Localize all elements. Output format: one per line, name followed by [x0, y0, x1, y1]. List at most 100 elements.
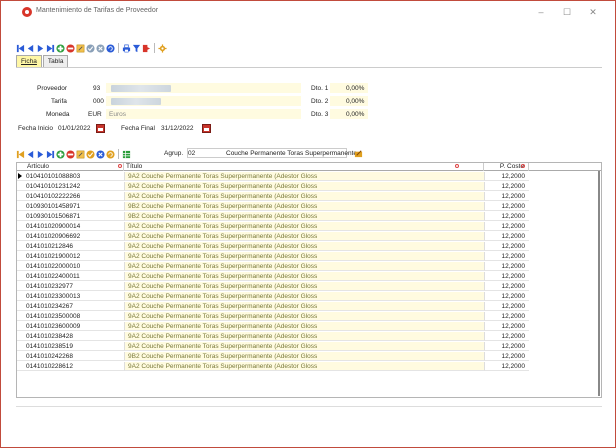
- cell-titulo[interactable]: 9A2 Couche Permanente Toras Superpermane…: [124, 232, 484, 241]
- close-button[interactable]: ✕: [585, 5, 601, 19]
- table-row[interactable]: 014101020900014 9A2 Couche Permanente Tor…: [17, 222, 601, 231]
- table-row[interactable]: 014101023500008 9A2 Couche Permanente Tor…: [17, 312, 601, 321]
- articles-grid[interactable]: Artículo Título P. Coste 010410101088803…: [16, 162, 602, 398]
- tab-tabla[interactable]: Tabla: [42, 55, 69, 67]
- add-icon[interactable]: [56, 149, 65, 159]
- cell-coste[interactable]: 12,2000: [484, 322, 529, 331]
- table-row[interactable]: 0141010242268 9B2 Couche Permanente Toras…: [17, 352, 601, 361]
- table-row[interactable]: 014101022000010 9A2 Couche Permanente Tor…: [17, 262, 601, 271]
- cell-coste[interactable]: 12,2000: [484, 312, 529, 321]
- cell-titulo[interactable]: 9A2 Couche Permanente Toras Superpermane…: [124, 172, 484, 181]
- confirm-icon[interactable]: [86, 43, 95, 53]
- table-row[interactable]: 0141010228612 9A2 Couche Permanente Toras…: [17, 362, 601, 371]
- minimize-button[interactable]: –: [533, 5, 549, 19]
- cell-articulo[interactable]: 014101020900014: [25, 222, 124, 231]
- tarifa-code-field[interactable]: 000: [93, 98, 104, 105]
- proveedor-code-field[interactable]: 93: [93, 85, 100, 92]
- delete-icon[interactable]: [66, 149, 75, 159]
- cell-articulo[interactable]: 014101023300013: [25, 292, 124, 301]
- row-indicator[interactable]: [17, 252, 25, 261]
- table-row[interactable]: 014101023300013 9A2 Couche Permanente Tor…: [17, 292, 601, 301]
- cell-coste[interactable]: 12,2000: [484, 272, 529, 281]
- vertical-scrollbar[interactable]: [598, 171, 600, 396]
- refresh-icon[interactable]: [106, 43, 115, 53]
- cell-articulo[interactable]: 0141010234267: [25, 302, 124, 311]
- moneda-code-field[interactable]: EUR: [88, 111, 102, 118]
- cell-titulo[interactable]: 9A2 Couche Permanente Toras Superpermane…: [124, 192, 484, 201]
- cell-articulo[interactable]: 010410101088803: [25, 172, 124, 181]
- row-indicator[interactable]: [17, 292, 25, 301]
- cell-coste[interactable]: 12,2000: [484, 292, 529, 301]
- prev-record-icon[interactable]: [26, 150, 35, 159]
- cell-coste[interactable]: 12,2000: [484, 192, 529, 201]
- cell-articulo[interactable]: 0141010242268: [25, 352, 124, 361]
- cell-coste[interactable]: 12,2000: [484, 182, 529, 191]
- row-indicator[interactable]: [17, 212, 25, 221]
- next-record-icon[interactable]: [36, 44, 45, 53]
- table-row[interactable]: 0141010238428 9A2 Couche Permanente Toras…: [17, 332, 601, 341]
- row-indicator[interactable]: [17, 362, 25, 371]
- table-row[interactable]: 014101021900012 9A2 Couche Permanente Tor…: [17, 252, 601, 261]
- cell-coste[interactable]: 12,2000: [484, 282, 529, 291]
- print-icon[interactable]: [122, 44, 131, 53]
- cell-titulo[interactable]: 9A2 Couche Permanente Toras Superpermane…: [124, 222, 484, 231]
- next-record-icon[interactable]: [36, 150, 45, 159]
- cell-articulo[interactable]: 0141010212846: [25, 242, 124, 251]
- cell-coste[interactable]: 12,2000: [484, 362, 529, 371]
- row-indicator[interactable]: [17, 312, 25, 321]
- cell-articulo[interactable]: 0141010238519: [25, 342, 124, 351]
- cell-articulo[interactable]: 014101020906692: [25, 232, 124, 241]
- table-row[interactable]: 010410102222266 9A2 Couche Permanente Tor…: [17, 192, 601, 201]
- filter-icon[interactable]: [132, 44, 141, 53]
- cell-articulo[interactable]: 010410102222266: [25, 192, 124, 201]
- cell-articulo[interactable]: 014101022400011: [25, 272, 124, 281]
- maximize-button[interactable]: ☐: [559, 5, 575, 19]
- settings-icon[interactable]: [158, 43, 167, 53]
- tab-ficha[interactable]: Ficha: [16, 55, 42, 67]
- cell-titulo[interactable]: 9A2 Couche Permanente Toras Superpermane…: [124, 242, 484, 251]
- fecha-final-field[interactable]: 31/12/2022: [161, 125, 194, 132]
- cell-coste[interactable]: 12,2000: [484, 342, 529, 351]
- prev-record-icon[interactable]: [26, 44, 35, 53]
- cell-articulo[interactable]: 010930101458971: [25, 202, 124, 211]
- cell-articulo[interactable]: 0141010238428: [25, 332, 124, 341]
- cell-articulo[interactable]: 014101021900012: [25, 252, 124, 261]
- table-row[interactable]: 0141010212846 9A2 Couche Permanente Toras…: [17, 242, 601, 251]
- add-icon[interactable]: [56, 43, 65, 53]
- row-indicator[interactable]: [17, 222, 25, 231]
- fecha-final-calendar-icon[interactable]: [202, 124, 211, 133]
- row-indicator[interactable]: [17, 302, 25, 311]
- table-row[interactable]: 014101022400011 9A2 Couche Permanente Tor…: [17, 272, 601, 281]
- row-indicator[interactable]: [17, 332, 25, 341]
- column-header-titulo[interactable]: Título: [124, 163, 484, 171]
- table-row[interactable]: 0141010232977 9A2 Couche Permanente Toras…: [17, 282, 601, 291]
- cell-articulo[interactable]: 014101023600009: [25, 322, 124, 331]
- grid-view-icon[interactable]: [122, 150, 131, 159]
- row-indicator[interactable]: [17, 202, 25, 211]
- cell-coste[interactable]: 12,2000: [484, 202, 529, 211]
- cell-titulo[interactable]: 9A2 Couche Permanente Toras Superpermane…: [124, 292, 484, 301]
- cell-articulo[interactable]: 010410101231242: [25, 182, 124, 191]
- table-row[interactable]: 014101020906692 9A2 Couche Permanente Tor…: [17, 232, 601, 241]
- table-row[interactable]: 0141010238519 9A2 Couche Permanente Toras…: [17, 342, 601, 351]
- cell-coste[interactable]: 12,2000: [484, 212, 529, 221]
- cell-titulo[interactable]: 9A2 Couche Permanente Toras Superpermane…: [124, 322, 484, 331]
- cell-coste[interactable]: 12,2000: [484, 262, 529, 271]
- cell-titulo[interactable]: 9A2 Couche Permanente Toras Superpermane…: [124, 272, 484, 281]
- row-indicator[interactable]: [17, 172, 25, 181]
- confirm-icon[interactable]: [86, 149, 95, 159]
- edit-icon[interactable]: [76, 44, 85, 53]
- cell-coste[interactable]: 12,2000: [484, 232, 529, 241]
- row-indicator[interactable]: [17, 262, 25, 271]
- table-row[interactable]: 014101023600009 9A2 Couche Permanente Tor…: [17, 322, 601, 331]
- cell-articulo[interactable]: 014101023500008: [25, 312, 124, 321]
- row-indicator[interactable]: [17, 342, 25, 351]
- cell-articulo[interactable]: 014101022000010: [25, 262, 124, 271]
- delete-icon[interactable]: [66, 43, 75, 53]
- row-indicator[interactable]: [17, 322, 25, 331]
- refresh-icon[interactable]: [106, 149, 115, 159]
- table-row[interactable]: 010930101506871 9B2 Couche Permanente Tor…: [17, 212, 601, 221]
- first-record-icon[interactable]: [16, 44, 25, 53]
- cell-titulo[interactable]: 9B2 Couche Permanente Toras Superpermane…: [124, 212, 484, 221]
- fecha-inicio-field[interactable]: 01/01/2022: [58, 125, 91, 132]
